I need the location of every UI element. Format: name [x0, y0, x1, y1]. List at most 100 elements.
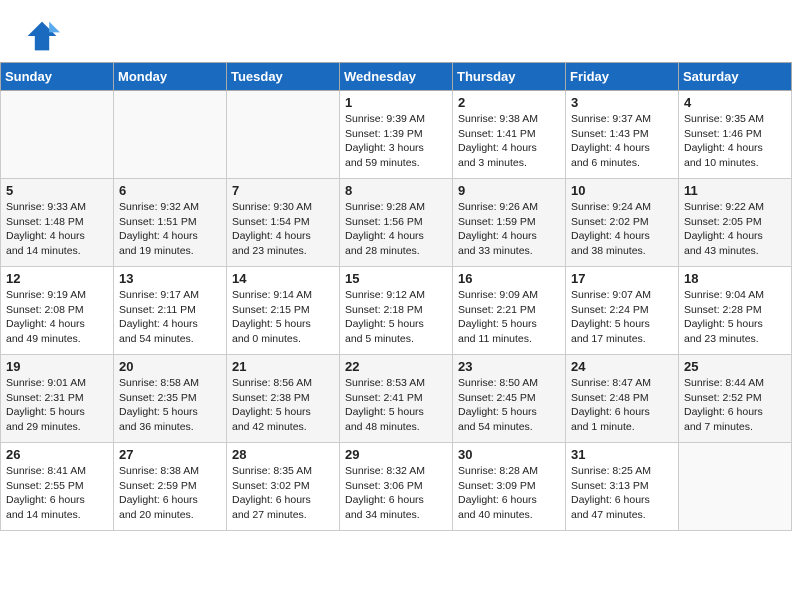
- logo-icon: [24, 18, 60, 54]
- calendar-day-cell: 16Sunrise: 9:09 AM Sunset: 2:21 PM Dayli…: [453, 267, 566, 355]
- day-number: 18: [684, 271, 786, 286]
- day-number: 23: [458, 359, 560, 374]
- day-info: Sunrise: 9:22 AM Sunset: 2:05 PM Dayligh…: [684, 200, 786, 259]
- day-number: 28: [232, 447, 334, 462]
- calendar-day-cell: 18 Sunrise: 9:04 AM Sunset: 2:28 PM Dayli…: [679, 267, 792, 355]
- day-info: Sunrise: 9:19 AM Sunset: 2:08 PM Dayligh…: [6, 288, 108, 347]
- day-info: Sunrise: 9:12 AM Sunset: 2:18 PM Dayligh…: [345, 288, 447, 347]
- day-number: 10: [571, 183, 673, 198]
- day-info: Sunrise: 9:17 AM Sunset: 2:11 PM Dayligh…: [119, 288, 221, 347]
- calendar-day-cell: 12 Sunrise: 9:19 AM Sunset: 2:08 PM Dayli…: [1, 267, 114, 355]
- day-info: Sunrise: 8:25 AM Sunset: 3:13 PM Dayligh…: [571, 464, 673, 523]
- calendar-day-cell: [227, 91, 340, 179]
- day-info: Sunrise: 8:28 AM Sunset: 3:09 PM Dayligh…: [458, 464, 560, 523]
- day-info: Sunrise: 9:37 AM Sunset: 1:43 PM Dayligh…: [571, 112, 673, 171]
- day-info: Sunrise: 9:26 AM Sunset: 1:59 PM Dayligh…: [458, 200, 560, 259]
- calendar-day-cell: 11Sunrise: 9:22 AM Sunset: 2:05 PM Dayli…: [679, 179, 792, 267]
- day-number: 20: [119, 359, 221, 374]
- day-info: Sunrise: 8:50 AM Sunset: 2:45 PM Dayligh…: [458, 376, 560, 435]
- calendar-header-row: SundayMondayTuesdayWednesdayThursdayFrid…: [1, 63, 792, 91]
- day-number: 1: [345, 95, 447, 110]
- day-number: 22: [345, 359, 447, 374]
- day-info: Sunrise: 9:28 AM Sunset: 1:56 PM Dayligh…: [345, 200, 447, 259]
- calendar-day-header: Monday: [114, 63, 227, 91]
- calendar-day-cell: 19 Sunrise: 9:01 AM Sunset: 2:31 PM Dayli…: [1, 355, 114, 443]
- day-number: 6: [119, 183, 221, 198]
- calendar-week-row: 5 Sunrise: 9:33 AM Sunset: 1:48 PM Daylig…: [1, 179, 792, 267]
- day-info: Sunrise: 8:44 AM Sunset: 2:52 PM Dayligh…: [684, 376, 786, 435]
- calendar-day-cell: 9 Sunrise: 9:26 AM Sunset: 1:59 PM Daylig…: [453, 179, 566, 267]
- calendar-week-row: 19 Sunrise: 9:01 AM Sunset: 2:31 PM Dayli…: [1, 355, 792, 443]
- day-number: 7: [232, 183, 334, 198]
- calendar-day-cell: 23 Sunrise: 8:50 AM Sunset: 2:45 PM Dayli…: [453, 355, 566, 443]
- day-number: 19: [6, 359, 108, 374]
- calendar-day-header: Tuesday: [227, 63, 340, 91]
- day-number: 17: [571, 271, 673, 286]
- day-info: Sunrise: 9:33 AM Sunset: 1:48 PM Dayligh…: [6, 200, 108, 259]
- calendar-day-cell: 4Sunrise: 9:35 AM Sunset: 1:46 PM Daylig…: [679, 91, 792, 179]
- day-info: Sunrise: 9:09 AM Sunset: 2:21 PM Dayligh…: [458, 288, 560, 347]
- day-info: Sunrise: 8:35 AM Sunset: 3:02 PM Dayligh…: [232, 464, 334, 523]
- calendar-day-header: Wednesday: [340, 63, 453, 91]
- day-number: 2: [458, 95, 560, 110]
- day-number: 26: [6, 447, 108, 462]
- calendar-week-row: 1 Sunrise: 9:39 AM Sunset: 1:39 PM Daylig…: [1, 91, 792, 179]
- calendar-day-cell: 22 Sunrise: 8:53 AM Sunset: 2:41 PM Dayli…: [340, 355, 453, 443]
- day-info: Sunrise: 8:41 AM Sunset: 2:55 PM Dayligh…: [6, 464, 108, 523]
- day-info: Sunrise: 8:58 AM Sunset: 2:35 PM Dayligh…: [119, 376, 221, 435]
- day-number: 5: [6, 183, 108, 198]
- calendar-day-cell: 21Sunrise: 8:56 AM Sunset: 2:38 PM Dayli…: [227, 355, 340, 443]
- logo: [24, 18, 66, 54]
- day-number: 15: [345, 271, 447, 286]
- day-number: 29: [345, 447, 447, 462]
- day-number: 13: [119, 271, 221, 286]
- day-info: Sunrise: 9:24 AM Sunset: 2:02 PM Dayligh…: [571, 200, 673, 259]
- day-info: Sunrise: 8:32 AM Sunset: 3:06 PM Dayligh…: [345, 464, 447, 523]
- calendar-day-cell: 7 Sunrise: 9:30 AM Sunset: 1:54 PM Daylig…: [227, 179, 340, 267]
- day-number: 9: [458, 183, 560, 198]
- calendar-day-cell: 31 Sunrise: 8:25 AM Sunset: 3:13 PM Dayli…: [566, 443, 679, 531]
- day-number: 3: [571, 95, 673, 110]
- calendar-day-cell: [114, 91, 227, 179]
- calendar-day-cell: 14Sunrise: 9:14 AM Sunset: 2:15 PM Dayli…: [227, 267, 340, 355]
- day-number: 27: [119, 447, 221, 462]
- calendar-day-header: Thursday: [453, 63, 566, 91]
- day-number: 21: [232, 359, 334, 374]
- calendar-day-cell: 20 Sunrise: 8:58 AM Sunset: 2:35 PM Dayli…: [114, 355, 227, 443]
- calendar-day-cell: 15 Sunrise: 9:12 AM Sunset: 2:18 PM Dayli…: [340, 267, 453, 355]
- day-info: Sunrise: 9:39 AM Sunset: 1:39 PM Dayligh…: [345, 112, 447, 171]
- day-info: Sunrise: 9:38 AM Sunset: 1:41 PM Dayligh…: [458, 112, 560, 171]
- calendar-day-header: Friday: [566, 63, 679, 91]
- calendar-day-cell: 27Sunrise: 8:38 AM Sunset: 2:59 PM Dayli…: [114, 443, 227, 531]
- calendar-day-cell: 3 Sunrise: 9:37 AM Sunset: 1:43 PM Daylig…: [566, 91, 679, 179]
- day-number: 30: [458, 447, 560, 462]
- calendar-day-cell: 24 Sunrise: 8:47 AM Sunset: 2:48 PM Dayli…: [566, 355, 679, 443]
- calendar-day-cell: 2 Sunrise: 9:38 AM Sunset: 1:41 PM Daylig…: [453, 91, 566, 179]
- day-info: Sunrise: 8:53 AM Sunset: 2:41 PM Dayligh…: [345, 376, 447, 435]
- day-number: 4: [684, 95, 786, 110]
- calendar-day-cell: 26 Sunrise: 8:41 AM Sunset: 2:55 PM Dayli…: [1, 443, 114, 531]
- day-info: Sunrise: 9:32 AM Sunset: 1:51 PM Dayligh…: [119, 200, 221, 259]
- day-number: 25: [684, 359, 786, 374]
- day-number: 12: [6, 271, 108, 286]
- calendar: SundayMondayTuesdayWednesdayThursdayFrid…: [0, 62, 792, 531]
- day-info: Sunrise: 9:04 AM Sunset: 2:28 PM Dayligh…: [684, 288, 786, 347]
- day-number: 8: [345, 183, 447, 198]
- calendar-day-cell: 30 Sunrise: 8:28 AM Sunset: 3:09 PM Dayli…: [453, 443, 566, 531]
- calendar-day-cell: 1 Sunrise: 9:39 AM Sunset: 1:39 PM Daylig…: [340, 91, 453, 179]
- day-info: Sunrise: 9:07 AM Sunset: 2:24 PM Dayligh…: [571, 288, 673, 347]
- calendar-day-cell: [679, 443, 792, 531]
- day-info: Sunrise: 9:14 AM Sunset: 2:15 PM Dayligh…: [232, 288, 334, 347]
- calendar-day-cell: 28 Sunrise: 8:35 AM Sunset: 3:02 PM Dayli…: [227, 443, 340, 531]
- day-info: Sunrise: 9:30 AM Sunset: 1:54 PM Dayligh…: [232, 200, 334, 259]
- calendar-day-cell: 8 Sunrise: 9:28 AM Sunset: 1:56 PM Daylig…: [340, 179, 453, 267]
- page-header: [0, 0, 792, 62]
- day-info: Sunrise: 9:01 AM Sunset: 2:31 PM Dayligh…: [6, 376, 108, 435]
- day-info: Sunrise: 8:47 AM Sunset: 2:48 PM Dayligh…: [571, 376, 673, 435]
- calendar-day-cell: 25 Sunrise: 8:44 AM Sunset: 2:52 PM Dayli…: [679, 355, 792, 443]
- calendar-week-row: 12 Sunrise: 9:19 AM Sunset: 2:08 PM Dayli…: [1, 267, 792, 355]
- day-number: 31: [571, 447, 673, 462]
- calendar-day-cell: 17 Sunrise: 9:07 AM Sunset: 2:24 PM Dayli…: [566, 267, 679, 355]
- day-number: 24: [571, 359, 673, 374]
- calendar-day-header: Saturday: [679, 63, 792, 91]
